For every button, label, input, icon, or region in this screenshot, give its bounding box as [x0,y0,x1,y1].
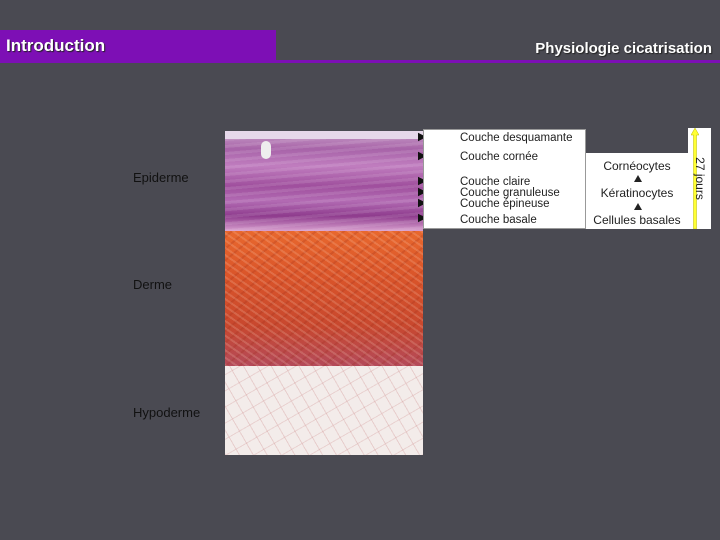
up-arrow-icon [634,203,642,210]
layer-label-derme: Derme [133,277,173,292]
sublayer-epineuse: Couche épineuse [460,198,550,210]
stratum-corneum-region [225,131,423,139]
page-subtitle: Physiologie cicatrisation [535,40,712,57]
renewal-duration-box: 27 jours [688,128,711,229]
cell-differentiation-box: Cornéocytes Kératinocytes Cellules basal… [586,153,688,229]
layer-label-hypoderme: Hypoderme [133,405,201,420]
renewal-duration-label: 27 jours [693,157,707,200]
up-arrow-icon [634,175,642,182]
cell-basales: Cellules basales [593,213,681,227]
section-title-bar: Introduction [0,30,276,62]
dermis-region [225,231,423,366]
header-divider [0,60,720,63]
sublayer-annotation-box: Couche desquamante Couche cornée Couche … [423,129,586,229]
hypodermis-region [225,366,423,455]
sublayer-cornee: Couche cornée [460,151,538,163]
section-title: Introduction [6,36,106,55]
sublayer-basale: Couche basale [460,214,537,226]
tissue-artifact [261,141,271,159]
cell-corneocytes: Cornéocytes [603,159,671,173]
skin-histology-image [225,131,423,455]
layer-label-epiderme: Epiderme [133,170,189,185]
cell-keratinocytes: Kératinocytes [600,186,674,200]
epidermis-region [225,131,423,231]
sublayer-desquamante: Couche desquamante [460,132,573,144]
